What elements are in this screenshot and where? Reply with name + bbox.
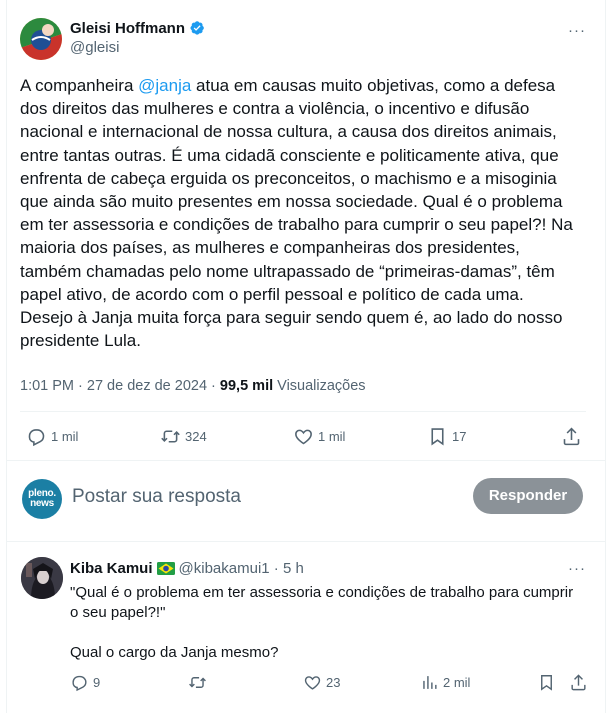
reply-like-count: 23 — [326, 675, 341, 690]
bookmark-count: 17 — [452, 429, 467, 444]
share-icon — [571, 674, 586, 691]
heart-icon — [304, 676, 321, 690]
repost-count: 324 — [185, 429, 207, 444]
reply-like-action[interactable]: 23 — [303, 673, 340, 692]
reply-bookmark-action[interactable] — [537, 673, 556, 692]
brazil-flag-icon — [156, 562, 175, 575]
post-meta: 1:01 PM · 27 de dez de 2024 · 99,5 mil V… — [20, 378, 366, 394]
reply-author-handle[interactable]: @kibakamui1 — [179, 560, 270, 577]
more-options-icon[interactable]: ··· — [568, 22, 586, 39]
share-icon — [563, 427, 580, 446]
author-name[interactable]: Gleisi Hoffmann — [70, 20, 185, 37]
post-date[interactable]: 27 de dez de 2024 — [87, 378, 207, 394]
repost-icon — [161, 430, 180, 443]
post-text-start: A companheira — [20, 76, 139, 95]
repost-action[interactable]: 324 — [160, 426, 207, 447]
views-label[interactable]: Visualizações — [277, 378, 365, 394]
avatar-text-line2: news — [30, 498, 54, 509]
like-count: 1 mil — [318, 429, 346, 444]
post-text: A companheira @janja atua em causas muit… — [20, 74, 592, 352]
bookmark-icon — [431, 428, 444, 446]
repost-icon — [189, 677, 206, 688]
reply-button[interactable]: Responder — [473, 478, 583, 514]
current-user-avatar[interactable]: pleno. news — [22, 479, 62, 519]
reply-time[interactable]: · 5 h — [274, 560, 304, 577]
bookmark-action[interactable]: 17 — [427, 426, 466, 447]
heart-icon — [295, 429, 312, 445]
reply-action[interactable]: 1 mil — [26, 426, 78, 447]
like-action[interactable]: 1 mil — [293, 426, 345, 447]
author-name-row[interactable]: Gleisi Hoffmann — [70, 20, 205, 38]
reply-author-avatar[interactable] — [21, 557, 63, 599]
reply-icon — [28, 429, 45, 447]
divider — [20, 411, 586, 412]
reply-count: 1 mil — [51, 429, 79, 444]
verified-badge-icon — [190, 21, 204, 35]
reply-views-action[interactable]: 2 mil — [420, 673, 470, 692]
divider — [7, 541, 605, 542]
views-chart-icon — [423, 676, 437, 689]
author-handle[interactable]: @gleisi — [70, 39, 119, 57]
post-text-rest: atua em causas muito objetivas, como a d… — [20, 76, 573, 351]
reply-share-action[interactable] — [569, 673, 588, 692]
reply-more-options-icon[interactable]: ··· — [568, 560, 586, 577]
author-avatar[interactable] — [20, 18, 62, 60]
reply-input[interactable]: Postar sua resposta — [72, 485, 241, 509]
reply-author-row: Kiba Kamui @kibakamui1 · 5 h — [70, 560, 304, 578]
reply-icon — [72, 675, 87, 692]
reply-reply-action[interactable]: 9 — [70, 673, 100, 692]
reply-views-count: 2 mil — [443, 675, 471, 690]
reply-repost-action[interactable] — [188, 673, 211, 692]
share-action[interactable] — [561, 426, 582, 447]
reply-text: "Qual é o problema em ter assessoria e c… — [70, 584, 574, 661]
divider — [7, 460, 605, 461]
mention-link[interactable]: @janja — [138, 76, 191, 95]
post-time[interactable]: 1:01 PM — [20, 378, 74, 394]
bookmark-icon — [541, 675, 552, 691]
reply-author-name[interactable]: Kiba Kamui — [70, 560, 153, 577]
views-count: 99,5 mil — [219, 378, 274, 394]
reply-reply-count: 9 — [93, 675, 101, 690]
